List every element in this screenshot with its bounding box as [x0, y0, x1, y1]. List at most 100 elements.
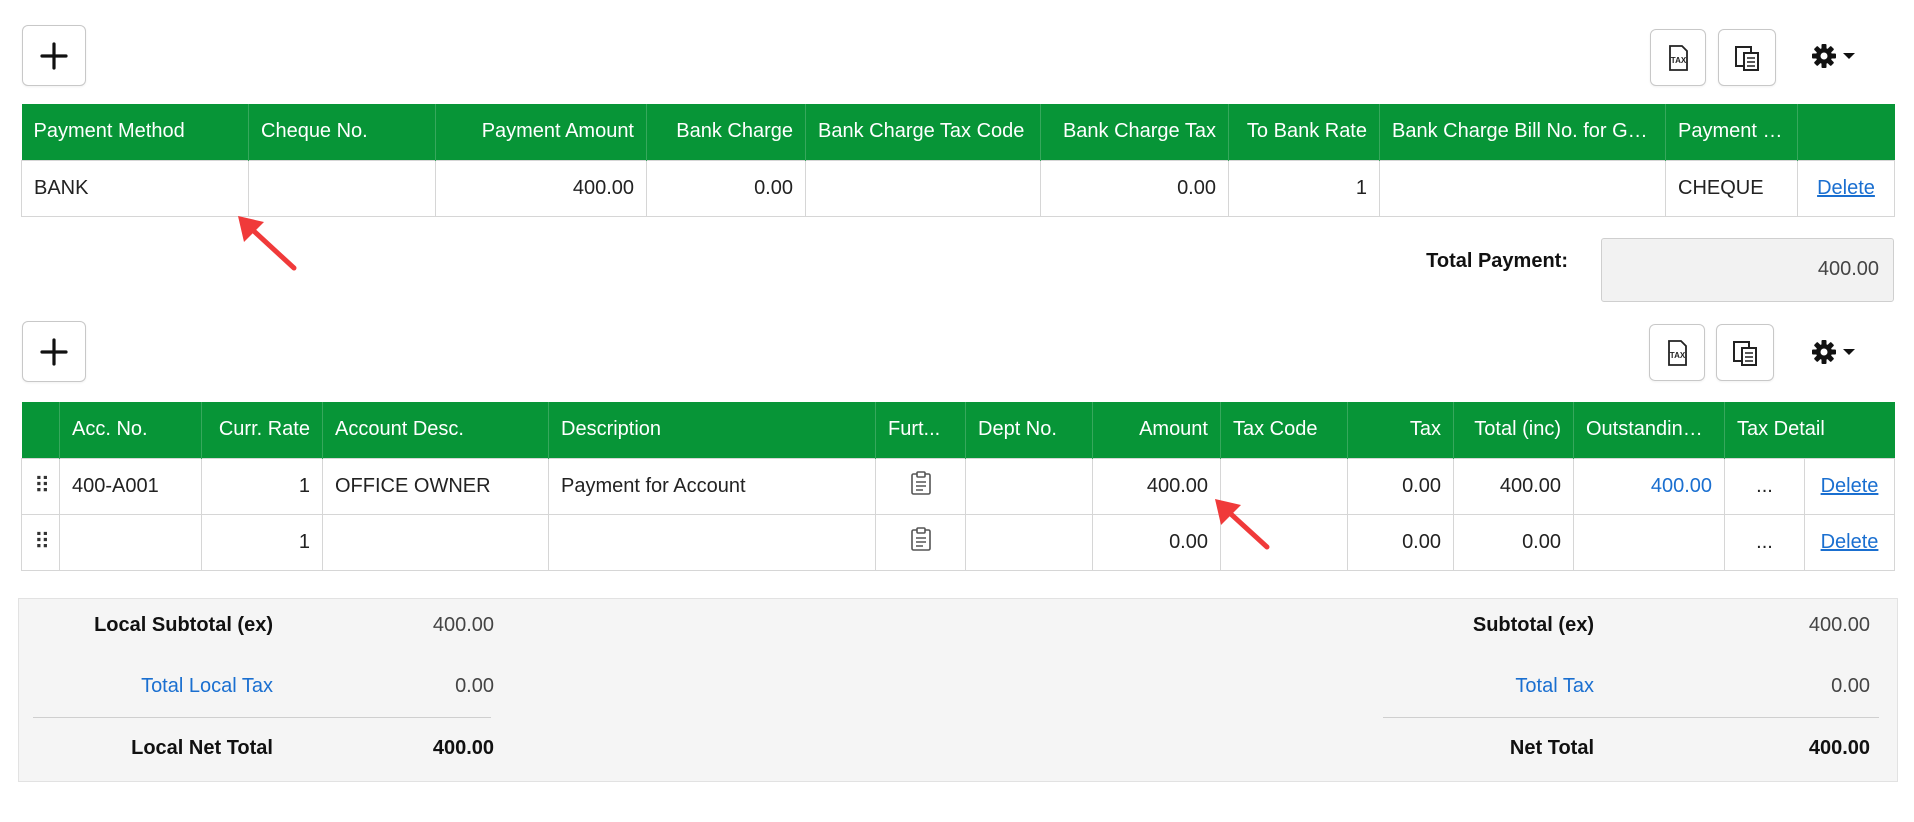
col-action — [1797, 104, 1895, 160]
col-account-desc[interactable]: Account Desc. — [322, 402, 549, 458]
col-cheque-no[interactable]: Cheque No. — [248, 104, 436, 160]
tax-button[interactable]: TAX — [1650, 29, 1706, 86]
payment-method-cell[interactable]: BANK — [21, 159, 249, 217]
table-row: BANK 400.00 0.00 0.00 1 CHEQUE Delete — [21, 159, 1895, 217]
bank-charge-tax-cell[interactable]: 0.00 — [1040, 159, 1229, 217]
tax-cell[interactable]: 0.00 — [1347, 513, 1454, 571]
total-payment-field[interactable]: 400.00 — [1601, 238, 1894, 302]
copy-layout-button[interactable] — [1716, 324, 1774, 381]
col-to-bank-rate[interactable]: To Bank Rate — [1228, 104, 1380, 160]
add-payment-row-button[interactable] — [22, 25, 86, 86]
svg-text:TAX: TAX — [1671, 56, 1687, 65]
drag-handle-icon[interactable]: ⠿ — [34, 473, 50, 498]
net-total-label: Net Total — [1509, 737, 1594, 759]
payment-by-cell[interactable]: CHEQUE — [1665, 159, 1798, 217]
gear-icon — [1812, 44, 1836, 68]
col-description[interactable]: Description — [548, 402, 876, 458]
col-tax-code[interactable]: Tax Code — [1220, 402, 1348, 458]
add-detail-row-button[interactable] — [22, 321, 86, 382]
net-total-value: 400.00 — [1808, 737, 1870, 759]
col-tax[interactable]: Tax — [1347, 402, 1454, 458]
col-further[interactable]: Furt... — [875, 402, 966, 458]
table-row: ⠿ 400-A001 1 OFFICE OWNER Payment for Ac… — [21, 457, 1895, 515]
delete-link[interactable]: Delete — [1817, 177, 1875, 199]
col-payment-by[interactable]: Payment By — [1665, 104, 1798, 160]
plus-icon — [40, 41, 68, 70]
settings-dropdown[interactable] — [1810, 42, 1856, 70]
tax-icon: TAX — [1669, 44, 1688, 71]
copy-layout-icon — [1735, 45, 1759, 71]
to-bank-rate-cell[interactable]: 1 — [1228, 159, 1380, 217]
tax-cell[interactable]: 0.00 — [1347, 457, 1454, 515]
acc-no-cell[interactable]: 400-A001 — [59, 457, 202, 515]
copy-layout-icon — [1733, 340, 1757, 366]
subtotal-value: 400.00 — [1808, 614, 1870, 636]
account-desc-cell[interactable]: OFFICE OWNER — [322, 457, 549, 515]
total-tax-link[interactable]: Total Tax — [1319, 675, 1594, 698]
local-subtotal-value: 400.00 — [432, 614, 494, 636]
bank-charge-cell[interactable]: 0.00 — [646, 159, 806, 217]
curr-rate-cell[interactable]: 1 — [201, 513, 323, 571]
delete-link[interactable]: Delete — [1821, 475, 1879, 497]
payment-table: Payment Method Cheque No. Payment Amount… — [21, 104, 1895, 217]
description-cell[interactable]: Payment for Account — [548, 457, 876, 515]
outstanding-link[interactable]: 400.00 — [1651, 475, 1712, 497]
col-payment-amount[interactable]: Payment Amount — [435, 104, 647, 160]
local-subtotal-label: Local Subtotal (ex) — [94, 614, 273, 636]
cheque-no-cell[interactable] — [248, 159, 436, 217]
dept-no-cell[interactable] — [965, 513, 1093, 571]
svg-text:TAX: TAX — [1670, 351, 1686, 360]
account-desc-cell[interactable] — [322, 513, 549, 571]
col-tax-detail[interactable]: Tax Detail — [1724, 402, 1895, 458]
delete-link[interactable]: Delete — [1821, 531, 1879, 553]
bank-charge-tax-code-cell[interactable] — [805, 159, 1041, 217]
total-local-tax-link[interactable]: Total Local Tax — [39, 675, 273, 698]
tax-icon: TAX — [1668, 339, 1687, 366]
settings-dropdown[interactable] — [1810, 338, 1856, 366]
bank-charge-bill-no-cell[interactable] — [1379, 159, 1666, 217]
gear-icon — [1812, 340, 1836, 364]
drag-handle-icon[interactable]: ⠿ — [34, 529, 50, 554]
tax-button[interactable]: TAX — [1649, 324, 1705, 381]
col-total-inc[interactable]: Total (inc) — [1453, 402, 1574, 458]
col-drag — [21, 402, 60, 458]
amount-cell[interactable]: 0.00 — [1092, 513, 1221, 571]
local-net-total-label: Local Net Total — [131, 737, 273, 759]
col-bank-charge-tax-code[interactable]: Bank Charge Tax Code — [805, 104, 1041, 160]
col-acc-no[interactable]: Acc. No. — [59, 402, 202, 458]
col-curr-rate[interactable]: Curr. Rate — [201, 402, 323, 458]
amount-cell[interactable]: 400.00 — [1092, 457, 1221, 515]
chevron-down-icon — [1843, 53, 1855, 59]
total-tax-value: 0.00 — [1831, 675, 1870, 697]
totals-panel: Local Subtotal (ex) 400.00 Total Local T… — [18, 598, 1898, 782]
acc-no-cell[interactable] — [59, 513, 202, 571]
col-amount[interactable]: Amount — [1092, 402, 1221, 458]
dept-no-cell[interactable] — [965, 457, 1093, 515]
annotation-arrow-icon — [1215, 499, 1270, 550]
copy-layout-button[interactable] — [1718, 29, 1776, 86]
local-net-total-value: 400.00 — [432, 737, 494, 759]
curr-rate-cell[interactable]: 1 — [201, 457, 323, 515]
col-dept-no[interactable]: Dept No. — [965, 402, 1093, 458]
total-inc-cell[interactable]: 0.00 — [1453, 513, 1574, 571]
col-outstanding[interactable]: Outstanding ... — [1573, 402, 1725, 458]
total-inc-cell[interactable]: 400.00 — [1453, 457, 1574, 515]
detail-table: Acc. No. Curr. Rate Account Desc. Descri… — [21, 402, 1895, 571]
col-bank-charge-bill-no[interactable]: Bank Charge Bill No. for GST — [1379, 104, 1666, 160]
total-payment-label: Total Payment: — [1426, 250, 1568, 272]
tax-detail-button[interactable]: ... — [1724, 513, 1805, 571]
table-row: ⠿ 1 0.00 0.00 0.00 ... Delete — [21, 513, 1895, 571]
divider — [33, 717, 491, 718]
payment-amount-cell[interactable]: 400.00 — [435, 159, 647, 217]
total-local-tax-value: 0.00 — [455, 675, 494, 697]
tax-detail-button[interactable]: ... — [1724, 457, 1805, 515]
clipboard-icon[interactable] — [910, 470, 932, 496]
col-bank-charge-tax[interactable]: Bank Charge Tax — [1040, 104, 1229, 160]
subtotal-label: Subtotal (ex) — [1472, 614, 1594, 636]
col-bank-charge[interactable]: Bank Charge — [646, 104, 806, 160]
payment-table-header: Payment Method Cheque No. Payment Amount… — [21, 104, 1895, 160]
col-payment-method[interactable]: Payment Method — [21, 104, 249, 160]
clipboard-icon[interactable] — [910, 526, 932, 552]
chevron-down-icon — [1843, 349, 1855, 355]
description-cell[interactable] — [548, 513, 876, 571]
